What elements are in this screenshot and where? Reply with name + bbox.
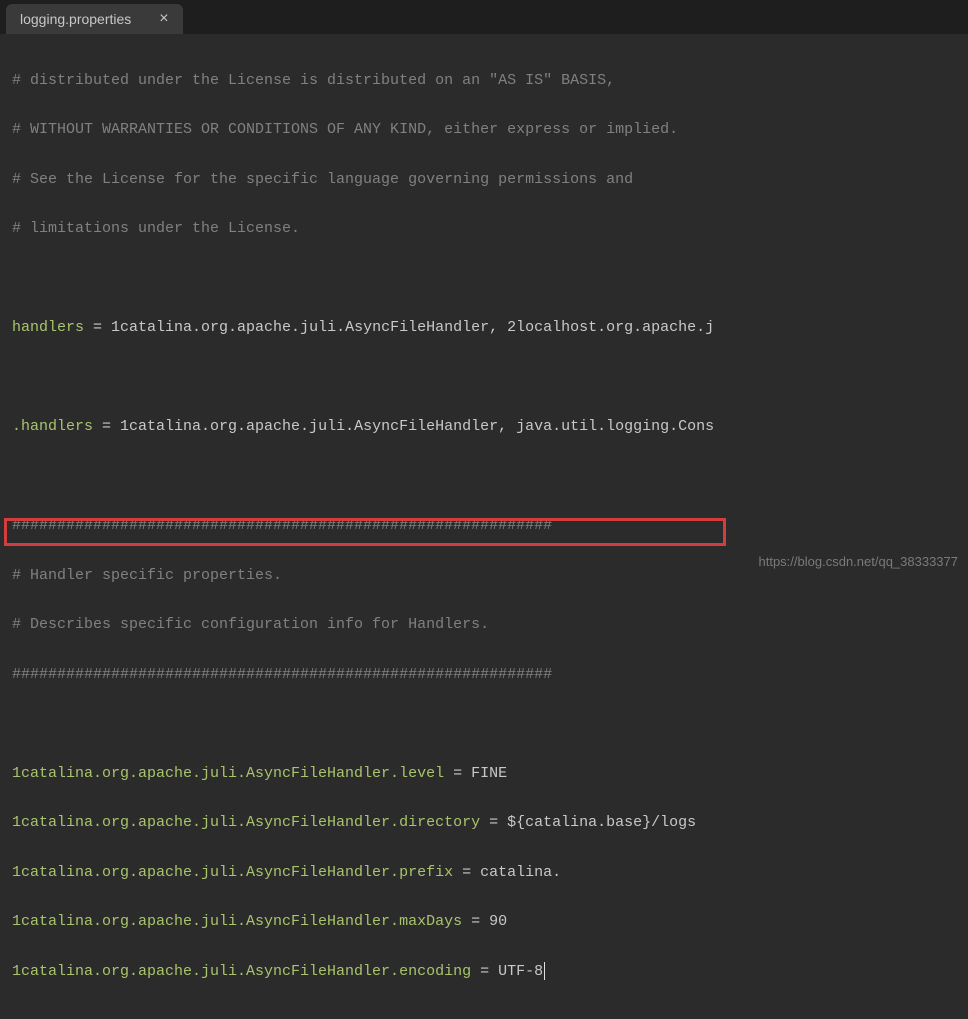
text-cursor [544, 962, 545, 980]
code-line: # Describes specific configuration info … [12, 613, 956, 638]
property-key: .handlers [12, 418, 102, 435]
code-line: handlers = 1catalina.org.apache.juli.Asy… [12, 316, 956, 341]
code-line: 1catalina.org.apache.juli.AsyncFileHandl… [12, 762, 956, 787]
code-line: .handlers = 1catalina.org.apache.juli.As… [12, 415, 956, 440]
property-value: 1catalina.org.apache.juli.AsyncFileHandl… [120, 418, 714, 435]
watermark-text: https://blog.csdn.net/qq_38333377 [759, 554, 959, 569]
code-line [12, 712, 956, 737]
property-value: ${catalina.base}/logs [507, 814, 696, 831]
code-line [12, 366, 956, 391]
property-key: handlers [12, 319, 93, 336]
file-tab[interactable]: logging.properties × [6, 4, 183, 34]
property-value: 1catalina.org.apache.juli.AsyncFileHandl… [111, 319, 714, 336]
equals-sign: = [471, 913, 489, 930]
property-key: 1catalina.org.apache.juli.AsyncFileHandl… [12, 864, 462, 881]
equals-sign: = [480, 963, 498, 980]
code-line: # limitations under the License. [12, 217, 956, 242]
code-line [12, 465, 956, 490]
equals-sign: = [102, 418, 120, 435]
equals-sign: = [489, 814, 507, 831]
tab-filename: logging.properties [20, 11, 131, 27]
property-value: UTF-8 [498, 963, 543, 980]
property-value: FINE [471, 765, 507, 782]
tab-bar: logging.properties × [0, 0, 968, 34]
code-line: # See the License for the specific langu… [12, 168, 956, 193]
code-line: 1catalina.org.apache.juli.AsyncFileHandl… [12, 960, 956, 985]
code-line: 1catalina.org.apache.juli.AsyncFileHandl… [12, 910, 956, 935]
property-key: 1catalina.org.apache.juli.AsyncFileHandl… [12, 913, 471, 930]
equals-sign: = [453, 765, 471, 782]
close-icon[interactable]: × [159, 11, 168, 27]
property-key: 1catalina.org.apache.juli.AsyncFileHandl… [12, 963, 480, 980]
equals-sign: = [462, 864, 480, 881]
code-line: ########################################… [12, 514, 956, 539]
code-line: ########################################… [12, 663, 956, 688]
property-value: 90 [489, 913, 507, 930]
code-editor[interactable]: # distributed under the License is distr… [0, 34, 968, 1019]
property-key: 1catalina.org.apache.juli.AsyncFileHandl… [12, 765, 453, 782]
code-line [12, 267, 956, 292]
code-line: # distributed under the License is distr… [12, 69, 956, 94]
code-line: 1catalina.org.apache.juli.AsyncFileHandl… [12, 811, 956, 836]
code-line: # WITHOUT WARRANTIES OR CONDITIONS OF AN… [12, 118, 956, 143]
equals-sign: = [93, 319, 111, 336]
property-value: catalina. [480, 864, 561, 881]
code-line: 1catalina.org.apache.juli.AsyncFileHandl… [12, 861, 956, 886]
property-key: 1catalina.org.apache.juli.AsyncFileHandl… [12, 814, 489, 831]
